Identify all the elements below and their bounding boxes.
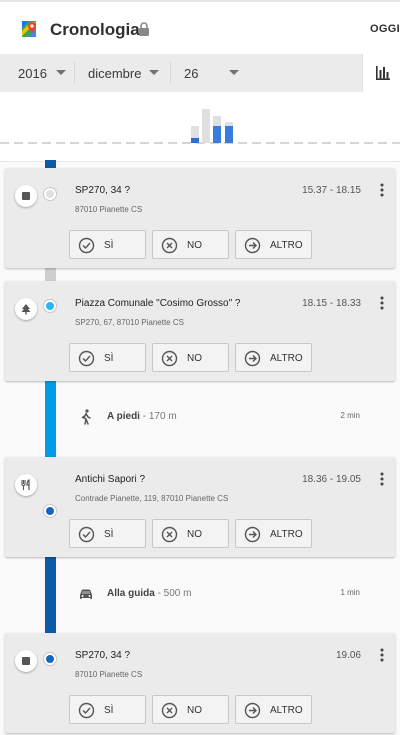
reject-no-button[interactable]: NO bbox=[152, 230, 229, 259]
date-selector-bar: 2016 dicembre 26 bbox=[0, 54, 400, 92]
no-label: NO bbox=[187, 353, 202, 364]
place-card[interactable]: SP270, 34 ? 19.06 87010 Pianette CS SÌ N… bbox=[5, 633, 395, 733]
yes-label: SÌ bbox=[104, 705, 114, 716]
timeline-dot bbox=[44, 505, 56, 517]
timeline-dot bbox=[44, 188, 56, 200]
maps-logo-icon bbox=[22, 21, 36, 37]
no-label: NO bbox=[187, 705, 202, 716]
movement-duration: 1 min bbox=[340, 588, 360, 597]
check-circle-icon bbox=[78, 526, 95, 543]
arrow-circle-icon bbox=[244, 350, 261, 367]
place-title: Antichi Sapori ? bbox=[75, 474, 146, 485]
chevron-down-icon bbox=[56, 70, 66, 75]
arrow-circle-icon bbox=[244, 526, 261, 543]
place-time: 15.37 - 18.15 bbox=[302, 185, 361, 196]
cancel-circle-icon bbox=[161, 237, 178, 254]
chevron-down-icon bbox=[229, 70, 239, 75]
place-time: 18.15 - 18.33 bbox=[302, 298, 361, 309]
place-card[interactable]: SP270, 34 ? 15.37 - 18.15 87010 Pianette… bbox=[5, 168, 395, 268]
other-label: ALTRO bbox=[270, 240, 303, 251]
movement-label: A piedi - 170 m bbox=[107, 411, 177, 422]
place-title: SP270, 34 ? bbox=[75, 650, 131, 661]
divider bbox=[170, 62, 171, 84]
confirm-yes-button[interactable]: SÌ bbox=[69, 695, 146, 724]
timeline-dot bbox=[44, 300, 56, 312]
check-circle-icon bbox=[78, 350, 95, 367]
place-address: 87010 Pianette CS bbox=[75, 670, 143, 679]
movement-distance: - 500 m bbox=[157, 588, 192, 599]
movement-duration: 2 min bbox=[340, 411, 360, 420]
month-select[interactable]: dicembre bbox=[88, 54, 163, 92]
page-title: Cronologia bbox=[50, 20, 140, 39]
reject-no-button[interactable]: NO bbox=[152, 695, 229, 724]
check-circle-icon bbox=[78, 702, 95, 719]
cancel-circle-icon bbox=[161, 702, 178, 719]
more-vert-icon[interactable] bbox=[375, 472, 389, 486]
arrow-circle-icon bbox=[244, 237, 261, 254]
restaurant-icon bbox=[15, 474, 37, 496]
year-value: 2016 bbox=[18, 65, 47, 81]
arrow-circle-icon bbox=[244, 702, 261, 719]
walking-icon bbox=[81, 409, 91, 425]
yes-label: SÌ bbox=[104, 240, 114, 251]
no-label: NO bbox=[187, 240, 202, 251]
place-title: Piazza Comunale "Cosimo Grosso" ? bbox=[75, 298, 241, 309]
day-select[interactable]: 26 bbox=[184, 54, 244, 92]
more-vert-icon[interactable] bbox=[375, 296, 389, 310]
other-button[interactable]: ALTRO bbox=[235, 230, 312, 259]
other-button[interactable]: ALTRO bbox=[235, 519, 312, 548]
divider bbox=[74, 62, 75, 84]
other-label: ALTRO bbox=[270, 705, 303, 716]
cancel-circle-icon bbox=[161, 526, 178, 543]
stats-button[interactable] bbox=[362, 54, 400, 92]
car-icon bbox=[80, 589, 92, 599]
place-icon bbox=[15, 650, 37, 672]
more-vert-icon[interactable] bbox=[375, 648, 389, 662]
place-card[interactable]: Piazza Comunale "Cosimo Grosso" ? 18.15 … bbox=[5, 281, 395, 381]
year-select[interactable]: 2016 bbox=[18, 54, 68, 92]
other-label: ALTRO bbox=[270, 353, 303, 364]
place-icon bbox=[15, 185, 37, 207]
place-address: SP270, 67, 87010 Pianette CS bbox=[75, 318, 184, 327]
chevron-down-icon bbox=[149, 70, 159, 75]
month-value: dicembre bbox=[88, 65, 142, 81]
other-label: ALTRO bbox=[270, 529, 303, 540]
more-vert-icon[interactable] bbox=[375, 183, 389, 197]
yes-label: SÌ bbox=[104, 353, 114, 364]
place-card[interactable]: Antichi Sapori ? 18.36 - 19.05 Contrade … bbox=[5, 457, 395, 557]
movement-segment[interactable]: Alla guida - 500 m 1 min bbox=[0, 566, 400, 626]
movement-mode: Alla guida bbox=[107, 588, 155, 599]
confirm-yes-button[interactable]: SÌ bbox=[69, 343, 146, 372]
cancel-circle-icon bbox=[161, 350, 178, 367]
confirm-yes-button[interactable]: SÌ bbox=[69, 230, 146, 259]
movement-segment[interactable]: A piedi - 170 m 2 min bbox=[0, 389, 400, 449]
other-button[interactable]: ALTRO bbox=[235, 343, 312, 372]
app-bar: Cronologia OGGI bbox=[0, 0, 400, 54]
place-time: 19.06 bbox=[335, 650, 361, 661]
yes-label: SÌ bbox=[104, 529, 114, 540]
lock-icon bbox=[139, 22, 149, 36]
check-circle-icon bbox=[78, 237, 95, 254]
confirm-yes-button[interactable]: SÌ bbox=[69, 519, 146, 548]
bar-chart-icon bbox=[376, 66, 390, 80]
today-button[interactable]: OGGI bbox=[370, 23, 400, 35]
reject-no-button[interactable]: NO bbox=[152, 343, 229, 372]
place-address: Contrade Pianette, 119, 87010 Pianette C… bbox=[75, 494, 229, 503]
movement-distance: - 170 m bbox=[142, 411, 177, 422]
activity-histogram[interactable] bbox=[0, 92, 400, 162]
day-value: 26 bbox=[184, 65, 199, 81]
place-title: SP270, 34 ? bbox=[75, 185, 131, 196]
histogram-graphic bbox=[0, 109, 400, 144]
movement-label: Alla guida - 500 m bbox=[107, 588, 191, 599]
timeline-dot bbox=[44, 653, 56, 665]
place-address: 87010 Pianette CS bbox=[75, 205, 143, 214]
place-time: 18.36 - 19.05 bbox=[302, 474, 361, 485]
no-label: NO bbox=[187, 529, 202, 540]
tree-icon bbox=[15, 298, 37, 320]
reject-no-button[interactable]: NO bbox=[152, 519, 229, 548]
other-button[interactable]: ALTRO bbox=[235, 695, 312, 724]
movement-mode: A piedi bbox=[107, 411, 140, 422]
